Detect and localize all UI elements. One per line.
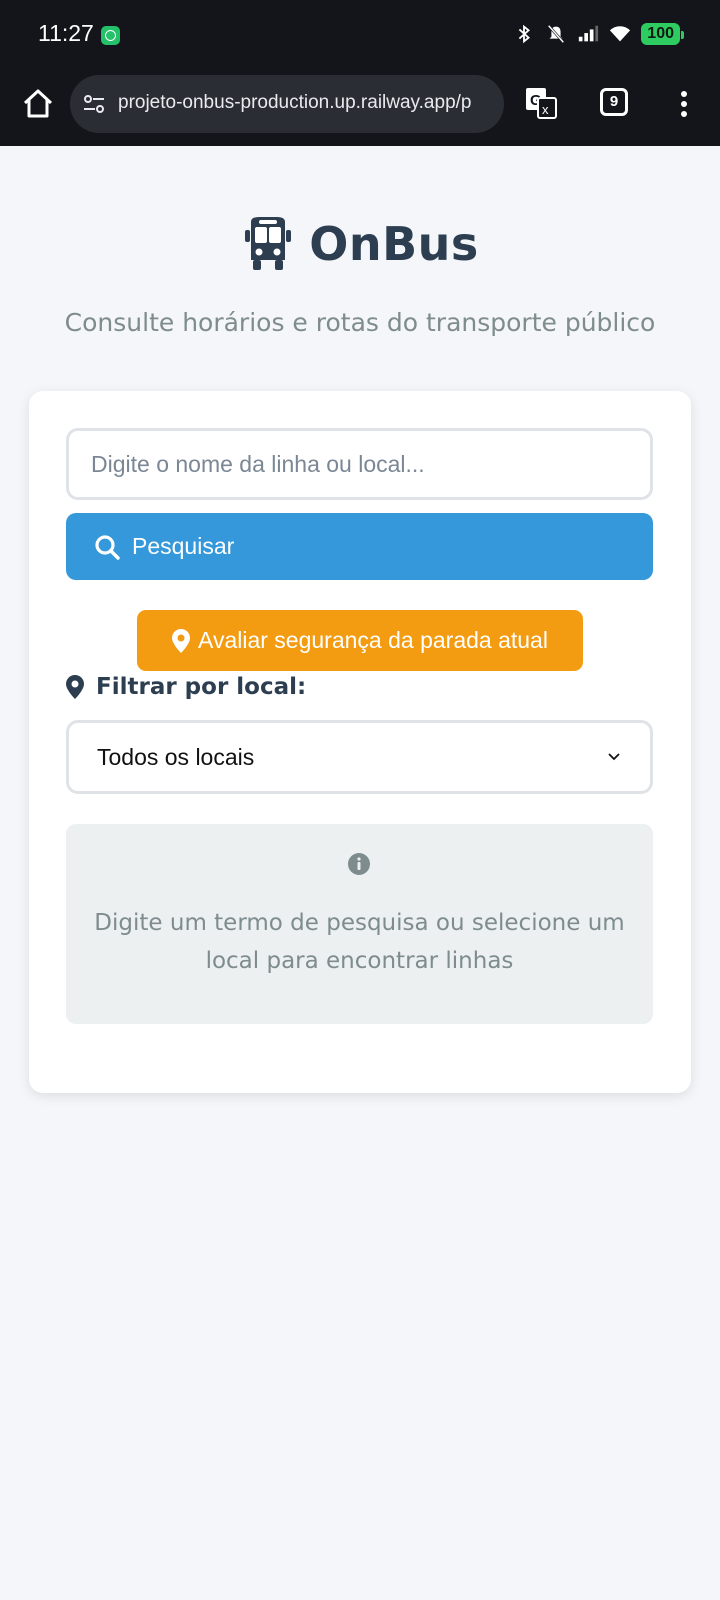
map-marker-icon xyxy=(172,628,191,653)
location-filter-value: Todos os locais xyxy=(97,743,255,770)
search-button[interactable]: Pesquisar xyxy=(66,513,653,580)
page-header: OnBus xyxy=(0,216,720,272)
more-menu-icon[interactable] xyxy=(672,88,696,120)
filter-label: Filtrar por local: xyxy=(66,674,306,700)
battery-indicator: 100 xyxy=(641,23,684,45)
whatsapp-icon xyxy=(101,26,120,45)
tabs-icon[interactable]: 9 xyxy=(600,88,628,116)
page-title: OnBus xyxy=(309,217,479,271)
info-icon xyxy=(348,853,370,875)
wifi-icon xyxy=(610,26,631,42)
evaluate-stop-safety-button[interactable]: Avaliar segurança da parada atual xyxy=(137,610,583,671)
empty-state-box: Digite um termo de pesquisa ou selecione… xyxy=(66,824,653,1024)
site-settings-icon[interactable] xyxy=(82,92,106,116)
browser-toolbar: projeto-onbus-production.up.railway.app/… xyxy=(0,72,720,146)
search-card: Pesquisar Avaliar segurança da parada at… xyxy=(29,391,691,1093)
search-icon xyxy=(95,534,120,560)
status-time: 11:27 xyxy=(38,20,94,46)
mute-icon xyxy=(547,24,565,44)
status-bar: 11:27 100 xyxy=(0,0,720,72)
empty-state-message: Digite um termo de pesquisa ou selecione… xyxy=(94,910,625,974)
signal-icon xyxy=(579,25,599,42)
location-filter-select[interactable]: Todos os locais xyxy=(66,720,653,794)
translate-icon[interactable]: G x xyxy=(524,86,558,120)
evaluate-stop-safety-label: Avaliar segurança da parada atual xyxy=(198,627,548,653)
chevron-down-icon xyxy=(608,753,620,761)
home-icon[interactable] xyxy=(20,86,56,122)
search-button-label: Pesquisar xyxy=(132,533,235,559)
search-input[interactable] xyxy=(66,428,653,500)
map-marker-icon xyxy=(66,675,84,699)
address-bar[interactable]: projeto-onbus-production.up.railway.app/… xyxy=(70,75,504,133)
bluetooth-icon xyxy=(519,24,531,44)
page-subtitle: Consulte horários e rotas do transporte … xyxy=(64,308,656,337)
status-icons: 100 xyxy=(513,22,684,46)
url-text: projeto-onbus-production.up.railway.app/… xyxy=(118,92,472,113)
filter-label-text: Filtrar por local: xyxy=(96,674,307,700)
bus-icon xyxy=(245,217,292,270)
svg-text:x: x xyxy=(542,102,549,117)
